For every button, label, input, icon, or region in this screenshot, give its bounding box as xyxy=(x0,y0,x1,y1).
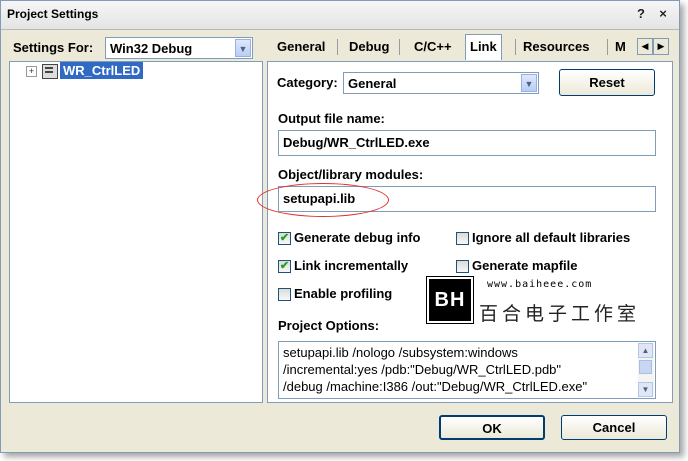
generate-mapfile-label: Generate mapfile xyxy=(472,258,578,273)
window-title: Project Settings xyxy=(7,7,99,21)
watermark-url: www.baiheee.com xyxy=(487,279,593,290)
scroll-down-icon[interactable]: ▼ xyxy=(638,382,653,397)
tab-resources[interactable]: Resources xyxy=(519,35,593,59)
generate-debug-info-label: Generate debug info xyxy=(294,230,421,245)
settings-for-label: Settings For: xyxy=(13,40,94,55)
link-incrementally-label: Link incrementally xyxy=(294,258,409,273)
title-bar: Project Settings ? × xyxy=(1,1,679,30)
settings-for-value: Win32 Debug xyxy=(110,41,193,56)
tab-debug[interactable]: Debug xyxy=(345,35,393,59)
cancel-button[interactable]: Cancel xyxy=(561,415,667,440)
vertical-scrollbar[interactable]: ▲ ▼ xyxy=(638,343,654,397)
watermark-name: 百合电子工作室 xyxy=(479,303,641,325)
tab-scroll-left-icon[interactable]: ◀ xyxy=(637,38,653,55)
generate-debug-info-checkbox[interactable]: ✔ xyxy=(278,232,291,245)
tab-link[interactable]: Link xyxy=(465,34,502,60)
watermark-logo: BH xyxy=(427,277,473,323)
tree-item-wr-ctrlled[interactable]: WR_CtrlLED xyxy=(60,62,144,79)
tab-more[interactable]: M xyxy=(611,35,630,59)
link-incrementally-checkbox[interactable]: ✔ xyxy=(278,260,291,273)
tab-cpp[interactable]: C/C++ xyxy=(410,35,456,59)
scroll-up-icon[interactable]: ▲ xyxy=(638,343,653,358)
settings-for-select[interactable]: Win32 Debug ▼ xyxy=(105,37,253,59)
category-label: Category: xyxy=(277,75,338,90)
project-options-textarea[interactable]: setupapi.lib /nologo /subsystem:windows … xyxy=(278,341,656,399)
category-value: General xyxy=(348,76,397,91)
output-file-field[interactable]: Debug/WR_CtrlLED.exe xyxy=(278,130,656,156)
project-options-line: /debug /machine:I386 /out:"Debug/WR_Ctrl… xyxy=(283,379,588,394)
project-options-label: Project Options: xyxy=(278,318,380,333)
ignore-default-libraries-label: Ignore all default libraries xyxy=(472,230,631,245)
project-tree[interactable]: + WR_CtrlLED xyxy=(9,61,263,403)
help-icon[interactable]: ? xyxy=(633,6,649,22)
project-settings-dialog: Project Settings ? × Settings For: Win32… xyxy=(0,0,680,453)
reset-button[interactable]: Reset xyxy=(559,69,655,96)
generate-mapfile-checkbox[interactable] xyxy=(456,260,469,273)
tab-general[interactable]: General xyxy=(273,35,329,59)
tree-expander-icon[interactable]: + xyxy=(26,66,37,77)
scrollbar-thumb[interactable] xyxy=(639,360,652,374)
annotation-ellipse xyxy=(257,183,389,217)
output-file-label: Output file name: xyxy=(278,111,385,126)
ignore-default-libraries-checkbox[interactable] xyxy=(456,232,469,245)
tab-strip: General Debug C/C++ Link Resources M ◀ ▶ xyxy=(267,34,673,61)
tab-scroll-right-icon[interactable]: ▶ xyxy=(653,38,669,55)
project-options-line: /incremental:yes /pdb:"Debug/WR_CtrlLED.… xyxy=(283,362,562,377)
category-select[interactable]: General ▼ xyxy=(343,72,539,94)
chevron-down-icon: ▼ xyxy=(521,74,537,92)
enable-profiling-label: Enable profiling xyxy=(294,286,393,301)
project-options-line: setupapi.lib /nologo /subsystem:windows xyxy=(283,345,518,360)
ok-button[interactable]: OK xyxy=(439,415,545,440)
modules-label: Object/library modules: xyxy=(278,167,424,182)
chevron-down-icon: ▼ xyxy=(235,39,251,57)
close-icon[interactable]: × xyxy=(655,6,671,22)
enable-profiling-checkbox[interactable] xyxy=(278,288,291,301)
project-icon xyxy=(42,64,58,79)
